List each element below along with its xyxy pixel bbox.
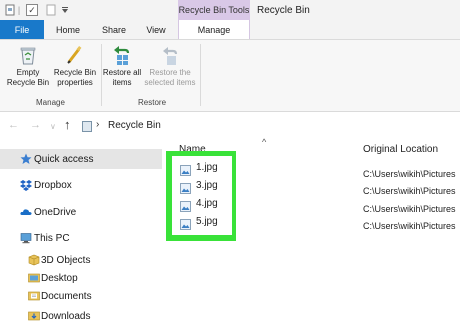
image-file-icon xyxy=(180,199,191,212)
breadcrumb-chevron-icon[interactable]: › xyxy=(96,119,99,130)
file-name: 5.jpg xyxy=(196,216,218,227)
ribbon-group-manage-label: Manage xyxy=(36,98,65,107)
title-bar: | ✓ Recycle Bin Tools Recycle Bin xyxy=(0,0,460,20)
cube-icon xyxy=(28,254,40,266)
empty-recycle-bin-label: Empty Recycle Bin xyxy=(6,68,50,87)
properties-icon xyxy=(64,44,86,66)
nav-item-label: Dropbox xyxy=(34,179,72,191)
up-arrow-icon[interactable]: ↑ xyxy=(64,117,71,132)
tab-view[interactable]: View xyxy=(140,20,172,39)
file-name-group: 1.jpg 3.jpg 4.jpg 5.jpg xyxy=(172,156,232,235)
restore-selected-icon xyxy=(159,44,181,66)
documents-icon xyxy=(28,290,40,302)
nav-item-this-pc[interactable]: This PC xyxy=(0,228,162,248)
customize-toolbar-icon[interactable] xyxy=(60,3,70,17)
restore-all-items-button[interactable]: Restore all items xyxy=(102,44,142,88)
navigation-pane: Quick access Dropbox OneDrive This PC 3D… xyxy=(0,139,162,321)
dropbox-icon xyxy=(20,179,32,191)
breadcrumb[interactable]: Recycle Bin xyxy=(108,120,161,131)
ribbon-group-divider xyxy=(200,44,201,106)
nav-item-label: Quick access xyxy=(34,153,94,165)
nav-item-desktop[interactable]: Desktop xyxy=(0,268,162,288)
cloud-icon xyxy=(20,206,32,218)
file-original-location: C:\Users\wikih\Pictures xyxy=(363,221,456,231)
toolbar-divider: | xyxy=(17,5,21,15)
tab-file[interactable]: File xyxy=(0,20,44,39)
file-original-location: C:\Users\wikih\Pictures xyxy=(363,204,456,214)
window-title: Recycle Bin xyxy=(257,4,310,16)
empty-recycle-bin-button[interactable]: Empty Recycle Bin xyxy=(2,44,54,88)
nav-item-label: Downloads xyxy=(41,310,91,321)
recycle-bin-icon xyxy=(17,44,39,66)
file-row[interactable]: 1.jpg xyxy=(172,159,232,177)
nav-item-downloads[interactable]: Downloads xyxy=(0,306,162,321)
ribbon: Empty Recycle Bin Recycle Bin properties… xyxy=(0,39,460,112)
restore-all-icon xyxy=(111,44,133,66)
nav-item-label: 3D Objects xyxy=(41,254,91,266)
nav-item-quick-access[interactable]: Quick access xyxy=(0,149,162,169)
restore-all-items-label: Restore all items xyxy=(102,68,142,87)
tab-manage[interactable]: Manage xyxy=(178,20,250,39)
image-file-icon xyxy=(180,163,191,176)
nav-item-3d-objects[interactable]: 3D Objects xyxy=(0,250,162,270)
file-name: 3.jpg xyxy=(196,180,218,191)
star-icon xyxy=(20,153,32,165)
file-name: 1.jpg xyxy=(196,162,218,173)
back-arrow-icon[interactable]: ← xyxy=(8,119,19,131)
restore-selected-items-label: Restore the selected items xyxy=(144,68,196,87)
recycle-bin-small-icon xyxy=(82,121,92,132)
file-original-location: C:\Users\wikih\Pictures xyxy=(363,169,456,179)
properties-icon[interactable] xyxy=(46,3,56,17)
nav-item-label: Desktop xyxy=(41,272,78,284)
image-file-icon xyxy=(180,181,191,194)
nav-item-dropbox[interactable]: Dropbox xyxy=(0,175,162,195)
forward-arrow-icon[interactable]: → xyxy=(30,119,41,131)
file-list: Name ^ Original Location 1.jpg 3.jpg 4.j… xyxy=(162,137,460,321)
document-icon[interactable] xyxy=(4,3,16,17)
tab-share[interactable]: Share xyxy=(96,20,132,39)
recycle-bin-properties-button[interactable]: Recycle Bin properties xyxy=(48,44,102,88)
nav-item-documents[interactable]: Documents xyxy=(0,286,162,306)
file-row[interactable]: 5.jpg xyxy=(172,213,232,231)
checkmark-icon[interactable]: ✓ xyxy=(26,4,38,16)
recycle-bin-tools-header: Recycle Bin Tools xyxy=(178,0,250,20)
nav-item-label: Documents xyxy=(41,290,92,302)
nav-item-label: This PC xyxy=(34,232,70,244)
file-row[interactable]: 4.jpg xyxy=(172,195,232,213)
file-name: 4.jpg xyxy=(196,198,218,209)
file-row[interactable]: 3.jpg xyxy=(172,177,232,195)
tab-home[interactable]: Home xyxy=(50,20,86,39)
image-file-icon xyxy=(180,217,191,230)
column-header-original-location[interactable]: Original Location xyxy=(363,144,438,155)
restore-selected-items-button[interactable]: Restore the selected items xyxy=(142,44,198,88)
recycle-bin-properties-label: Recycle Bin properties xyxy=(53,68,97,87)
desktop-icon xyxy=(28,272,40,284)
nav-item-label: OneDrive xyxy=(34,206,77,218)
recent-locations-chevron-icon[interactable]: ∨ xyxy=(50,122,56,131)
nav-item-onedrive[interactable]: OneDrive xyxy=(0,202,162,222)
file-original-location: C:\Users\wikih\Pictures xyxy=(363,186,456,196)
computer-icon xyxy=(20,232,32,244)
address-bar: ← → ∨ ↑ › Recycle Bin xyxy=(0,113,460,139)
ribbon-tabs: File Home Share View Manage xyxy=(0,20,460,39)
sort-ascending-icon: ^ xyxy=(262,137,267,147)
download-icon xyxy=(28,310,40,321)
ribbon-group-restore-label: Restore xyxy=(138,98,167,107)
